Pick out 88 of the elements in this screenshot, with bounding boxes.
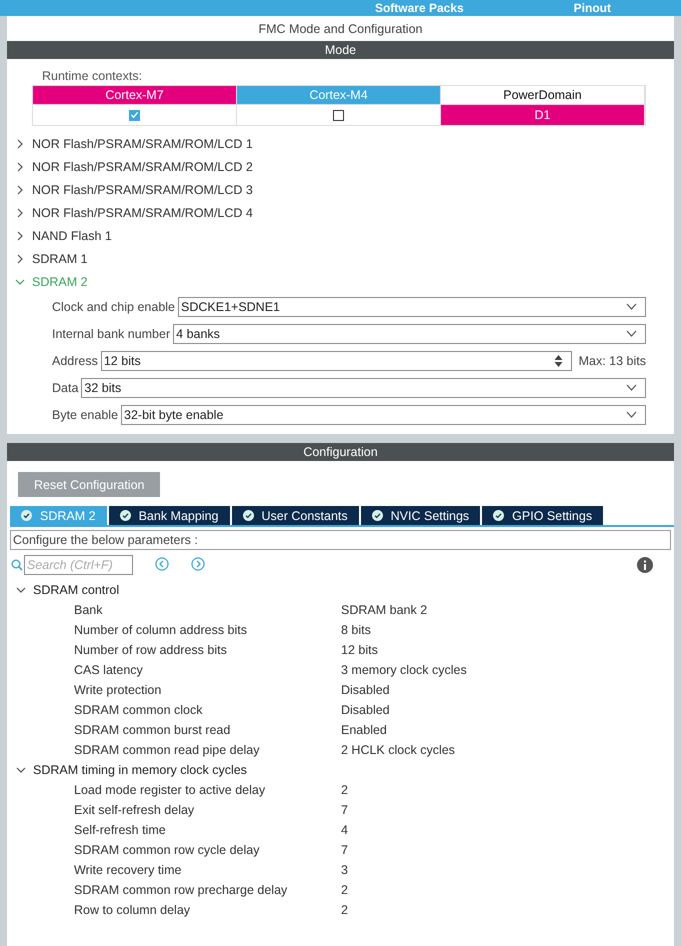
parameter-name: Number of column address bits bbox=[74, 623, 248, 637]
parameter-value[interactable]: 7 bbox=[341, 843, 674, 857]
group-label[interactable]: SDRAM timing in memory clock cycles bbox=[33, 763, 247, 777]
field-label: Address bbox=[52, 354, 98, 368]
number-spinner[interactable]: 12 bits bbox=[100, 350, 572, 370]
parameter-value[interactable]: 3 memory clock cycles bbox=[341, 663, 674, 677]
info-icon[interactable] bbox=[637, 557, 653, 573]
tree-item[interactable]: NAND Flash 1 bbox=[32, 228, 112, 242]
search-icon bbox=[11, 559, 23, 571]
parameter-name: Load mode register to active delay bbox=[74, 783, 266, 797]
parameter-value[interactable]: 12 bits bbox=[341, 643, 674, 657]
tree-item[interactable]: NOR Flash/PSRAM/SRAM/ROM/LCD 1 bbox=[32, 136, 253, 150]
tab[interactable]: Bank Mapping bbox=[108, 506, 230, 525]
check-circle-icon bbox=[493, 510, 504, 521]
tree-item[interactable]: NOR Flash/PSRAM/SRAM/ROM/LCD 3 bbox=[32, 182, 253, 196]
parameter-name: Exit self-refresh delay bbox=[74, 803, 196, 817]
field-label: Byte enable bbox=[52, 408, 118, 422]
group-label[interactable]: SDRAM control bbox=[33, 583, 120, 597]
dropdown[interactable]: 32-bit byte enable bbox=[121, 404, 646, 424]
parameter-name: Write protection bbox=[74, 683, 162, 697]
dropdown[interactable]: 32 bits bbox=[81, 378, 646, 398]
dropdown[interactable]: SDCKE1+SDNE1 bbox=[178, 296, 646, 316]
section-header: Mode bbox=[7, 41, 674, 59]
tree-item[interactable]: SDRAM 1 bbox=[32, 252, 88, 266]
parameter-value[interactable]: 2 bbox=[341, 883, 674, 897]
chevron-down-icon[interactable] bbox=[16, 765, 26, 775]
caret-icon bbox=[626, 384, 637, 391]
runtime-contexts-label: Runtime contexts: bbox=[42, 69, 144, 83]
parameter-name: SDRAM common read pipe delay bbox=[74, 743, 260, 757]
chevron-right-icon[interactable] bbox=[15, 254, 25, 264]
parameter-value[interactable]: 4 bbox=[341, 823, 674, 837]
field-label: Internal bank number bbox=[52, 326, 170, 340]
check-circle-icon bbox=[120, 510, 131, 521]
tree-item[interactable]: NOR Flash/PSRAM/SRAM/ROM/LCD 4 bbox=[32, 206, 253, 220]
parameter-name: Row to column delay bbox=[74, 903, 192, 917]
tab[interactable]: NVIC Settings bbox=[360, 506, 480, 525]
parameter-name: SDRAM common row precharge delay bbox=[74, 883, 288, 897]
parameter-value[interactable]: 3 bbox=[341, 863, 674, 877]
parameter-value[interactable]: 2 HCLK clock cycles bbox=[341, 743, 674, 757]
parameter-value[interactable]: 2 bbox=[341, 783, 674, 797]
check-circle-icon bbox=[21, 510, 32, 521]
parameter-value[interactable]: Disabled bbox=[341, 703, 674, 717]
field-label: Data bbox=[52, 380, 78, 394]
parameter-name: Number of row address bits bbox=[74, 643, 228, 657]
parameter-name: Bank bbox=[74, 603, 104, 617]
check-circle-icon bbox=[242, 510, 254, 521]
next-icon[interactable] bbox=[191, 556, 205, 570]
parameter-value[interactable]: Disabled bbox=[341, 683, 674, 697]
context-header: Cortex-M4 bbox=[237, 86, 440, 104]
chevron-right-icon[interactable] bbox=[15, 162, 25, 172]
chevron-right-icon[interactable] bbox=[15, 138, 25, 148]
checkbox[interactable] bbox=[129, 110, 140, 120]
parameter-value[interactable]: 2 bbox=[341, 903, 674, 917]
chevron-down-icon[interactable] bbox=[15, 276, 25, 286]
parameter-name: SDRAM common clock bbox=[74, 703, 204, 717]
context-header: Cortex-M7 bbox=[33, 86, 236, 104]
dropdown[interactable]: 4 banks bbox=[173, 324, 646, 344]
chevron-right-icon[interactable] bbox=[15, 230, 25, 240]
chevron-down-icon[interactable] bbox=[16, 585, 26, 595]
tab[interactable]: GPIO Settings bbox=[482, 506, 604, 525]
previous-icon[interactable] bbox=[155, 556, 169, 570]
parameter-value[interactable]: 8 bits bbox=[341, 623, 674, 637]
parameter-name: Write recovery time bbox=[74, 863, 182, 877]
caret-icon bbox=[626, 330, 637, 337]
spinner-arrows-icon[interactable] bbox=[554, 354, 563, 368]
max-note: Max: 13 bits bbox=[578, 354, 646, 368]
chevron-right-icon[interactable] bbox=[15, 208, 25, 218]
tab[interactable]: User Constants bbox=[232, 506, 359, 525]
check-circle-icon bbox=[372, 510, 383, 521]
chevron-right-icon[interactable] bbox=[15, 184, 25, 194]
panel-title: FMC Mode and Configuration bbox=[258, 21, 424, 38]
instructions-text: Configure the below parameters : bbox=[10, 530, 671, 550]
section-header: Configuration bbox=[7, 443, 674, 461]
parameter-value[interactable]: 7 bbox=[341, 803, 674, 817]
context-header: PowerDomain bbox=[502, 87, 583, 104]
parameter-name: Self-refresh time bbox=[74, 823, 167, 837]
parameter-name: SDRAM common row cycle delay bbox=[74, 843, 260, 857]
caret-icon bbox=[626, 303, 637, 310]
tree-item[interactable]: NOR Flash/PSRAM/SRAM/ROM/LCD 2 bbox=[32, 160, 253, 174]
field-label: Clock and chip enable bbox=[52, 300, 175, 314]
context-value: D1 bbox=[441, 104, 644, 125]
parameter-name: SDRAM common burst read bbox=[74, 723, 232, 737]
caret-icon bbox=[626, 411, 637, 418]
parameter-value[interactable]: SDRAM bank 2 bbox=[341, 603, 674, 617]
search-field[interactable]: Search (Ctrl+F) bbox=[24, 555, 133, 575]
parameter-name: CAS latency bbox=[74, 663, 144, 677]
parameter-value[interactable]: Enabled bbox=[341, 723, 674, 737]
checkbox[interactable] bbox=[333, 110, 344, 120]
